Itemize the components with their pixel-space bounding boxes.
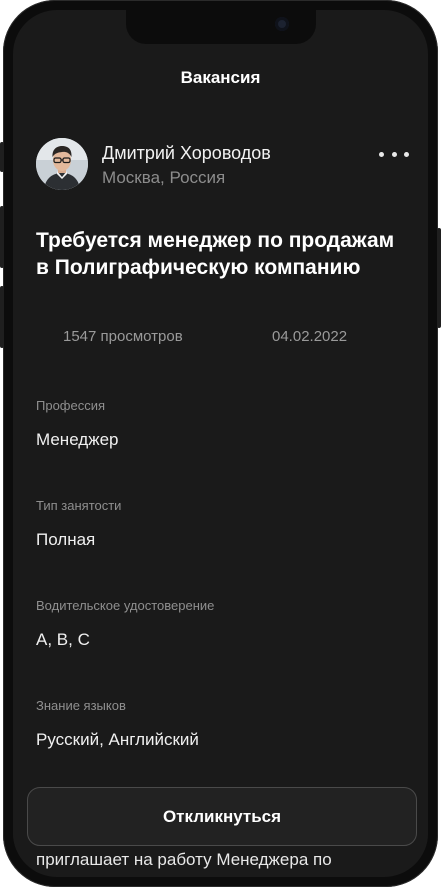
volume-down-button <box>0 286 4 348</box>
profession-value: Менеджер <box>36 430 119 449</box>
phone-frame: Вакансия Дмитрий Хороводов Москва, Росси… <box>0 0 441 887</box>
languages-label: Знание языков <box>36 698 126 713</box>
notch <box>126 10 316 44</box>
vacancy-title: Требуется менеджер по продажам в Полигра… <box>36 229 395 279</box>
languages-value: Русский, Английский <box>36 730 199 749</box>
power-button <box>437 228 441 328</box>
author-name[interactable]: Дмитрий Хороводов <box>102 143 271 164</box>
profession-label: Профессия <box>36 398 106 413</box>
publish-date: 04.02.2022 <box>272 328 348 345</box>
person-avatar-icon <box>36 138 88 190</box>
volume-up-button <box>0 206 4 268</box>
vacancy-description: приглашает на работу Менеджера по <box>36 850 332 869</box>
respond-button[interactable]: Откликнуться <box>27 787 417 846</box>
app-screen: Вакансия Дмитрий Хороводов Москва, Росси… <box>13 10 428 877</box>
avatar[interactable] <box>36 138 88 190</box>
drivers-license-label: Водительское удостоверение <box>36 598 215 613</box>
employment-type-label: Тип занятости <box>36 498 122 513</box>
author-location: Москва, Россия <box>102 168 226 187</box>
views-count: 1547 просмотров <box>63 328 183 345</box>
more-options-button[interactable] <box>379 144 409 164</box>
silent-switch <box>0 142 4 172</box>
camera-icon <box>275 17 289 31</box>
more-dot-icon <box>379 151 384 157</box>
drivers-license-value: A, B, C <box>36 630 90 649</box>
more-dot-icon <box>404 151 409 157</box>
more-dot-icon <box>391 151 397 157</box>
page-title: Вакансия <box>180 68 261 87</box>
employment-type-value: Полная <box>36 530 96 549</box>
